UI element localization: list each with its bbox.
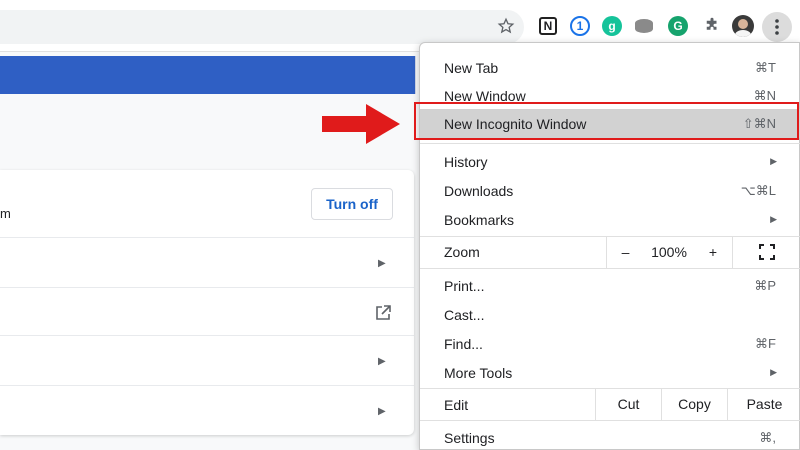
submenu-arrow-icon: ▶	[770, 156, 777, 166]
menu-item-settings[interactable]: Settings ⌘,	[420, 423, 800, 450]
chrome-menu: New Tab ⌘T New Window ⌘N New Incognito W…	[419, 42, 800, 450]
fullscreen-icon[interactable]	[732, 236, 800, 268]
puzzle-icon[interactable]	[700, 14, 724, 38]
menu-item-new-incognito-window[interactable]: New Incognito Window ⇧⌘N	[420, 109, 800, 138]
menu-item-new-tab[interactable]: New Tab ⌘T	[420, 53, 800, 81]
chevron-right-icon: ▶	[378, 356, 386, 367]
settings-row[interactable]: ▶	[0, 336, 414, 386]
grammarly-go-icon[interactable]: G	[666, 14, 690, 38]
cut-button[interactable]: Cut	[595, 388, 661, 420]
menu-divider	[420, 143, 800, 144]
red-arrow-icon	[322, 104, 400, 144]
menu-item-more-tools[interactable]: More Tools ▶	[420, 358, 800, 386]
sync-card: m Turn off ▶ ▶ ▶	[0, 170, 414, 435]
copy-button[interactable]: Copy	[661, 388, 727, 420]
kebab-menu-icon[interactable]	[762, 12, 792, 42]
menu-zoom-row: Zoom – 100% +	[420, 236, 800, 268]
settings-header-bar	[0, 56, 416, 94]
menu-item-cast[interactable]: Cast...	[420, 300, 800, 328]
settings-row-external[interactable]	[0, 288, 414, 336]
chevron-right-icon: ▶	[378, 258, 386, 269]
avatar[interactable]	[731, 14, 755, 38]
menu-divider	[420, 268, 800, 269]
settings-row[interactable]: ▶	[0, 386, 414, 435]
edit-label: Edit	[444, 397, 469, 413]
menu-item-find[interactable]: Find... ⌘F	[420, 329, 800, 357]
storage-icon[interactable]	[632, 14, 656, 38]
sync-row-text: m	[0, 206, 11, 221]
menu-item-bookmarks[interactable]: Bookmarks ▶	[420, 205, 800, 233]
open-external-icon[interactable]	[374, 304, 392, 322]
notion-icon[interactable]: N	[536, 14, 560, 38]
grammarly-icon[interactable]: g	[600, 14, 624, 38]
submenu-arrow-icon: ▶	[770, 367, 777, 377]
zoom-in-button[interactable]: +	[694, 236, 732, 268]
chevron-right-icon: ▶	[378, 406, 386, 417]
menu-item-history[interactable]: History ▶	[420, 147, 800, 175]
menu-item-new-window[interactable]: New Window ⌘N	[420, 81, 800, 109]
zoom-level: 100%	[651, 244, 687, 260]
sync-row: m Turn off	[0, 170, 414, 238]
menu-divider	[420, 420, 800, 421]
star-icon[interactable]	[494, 14, 518, 38]
menu-item-print[interactable]: Print... ⌘P	[420, 271, 800, 299]
zoom-label: Zoom	[444, 244, 480, 260]
settings-row[interactable]: ▶	[0, 238, 414, 288]
submenu-arrow-icon: ▶	[770, 214, 777, 224]
paste-button[interactable]: Paste	[727, 388, 800, 420]
address-bar[interactable]	[0, 10, 524, 44]
menu-edit-row: Edit Cut Copy Paste	[420, 388, 800, 420]
turn-off-button[interactable]: Turn off	[311, 188, 393, 220]
zoom-out-button[interactable]: –	[606, 236, 644, 268]
menu-item-downloads[interactable]: Downloads ⌥⌘L	[420, 176, 800, 204]
onepassword-icon[interactable]: 1	[568, 14, 592, 38]
